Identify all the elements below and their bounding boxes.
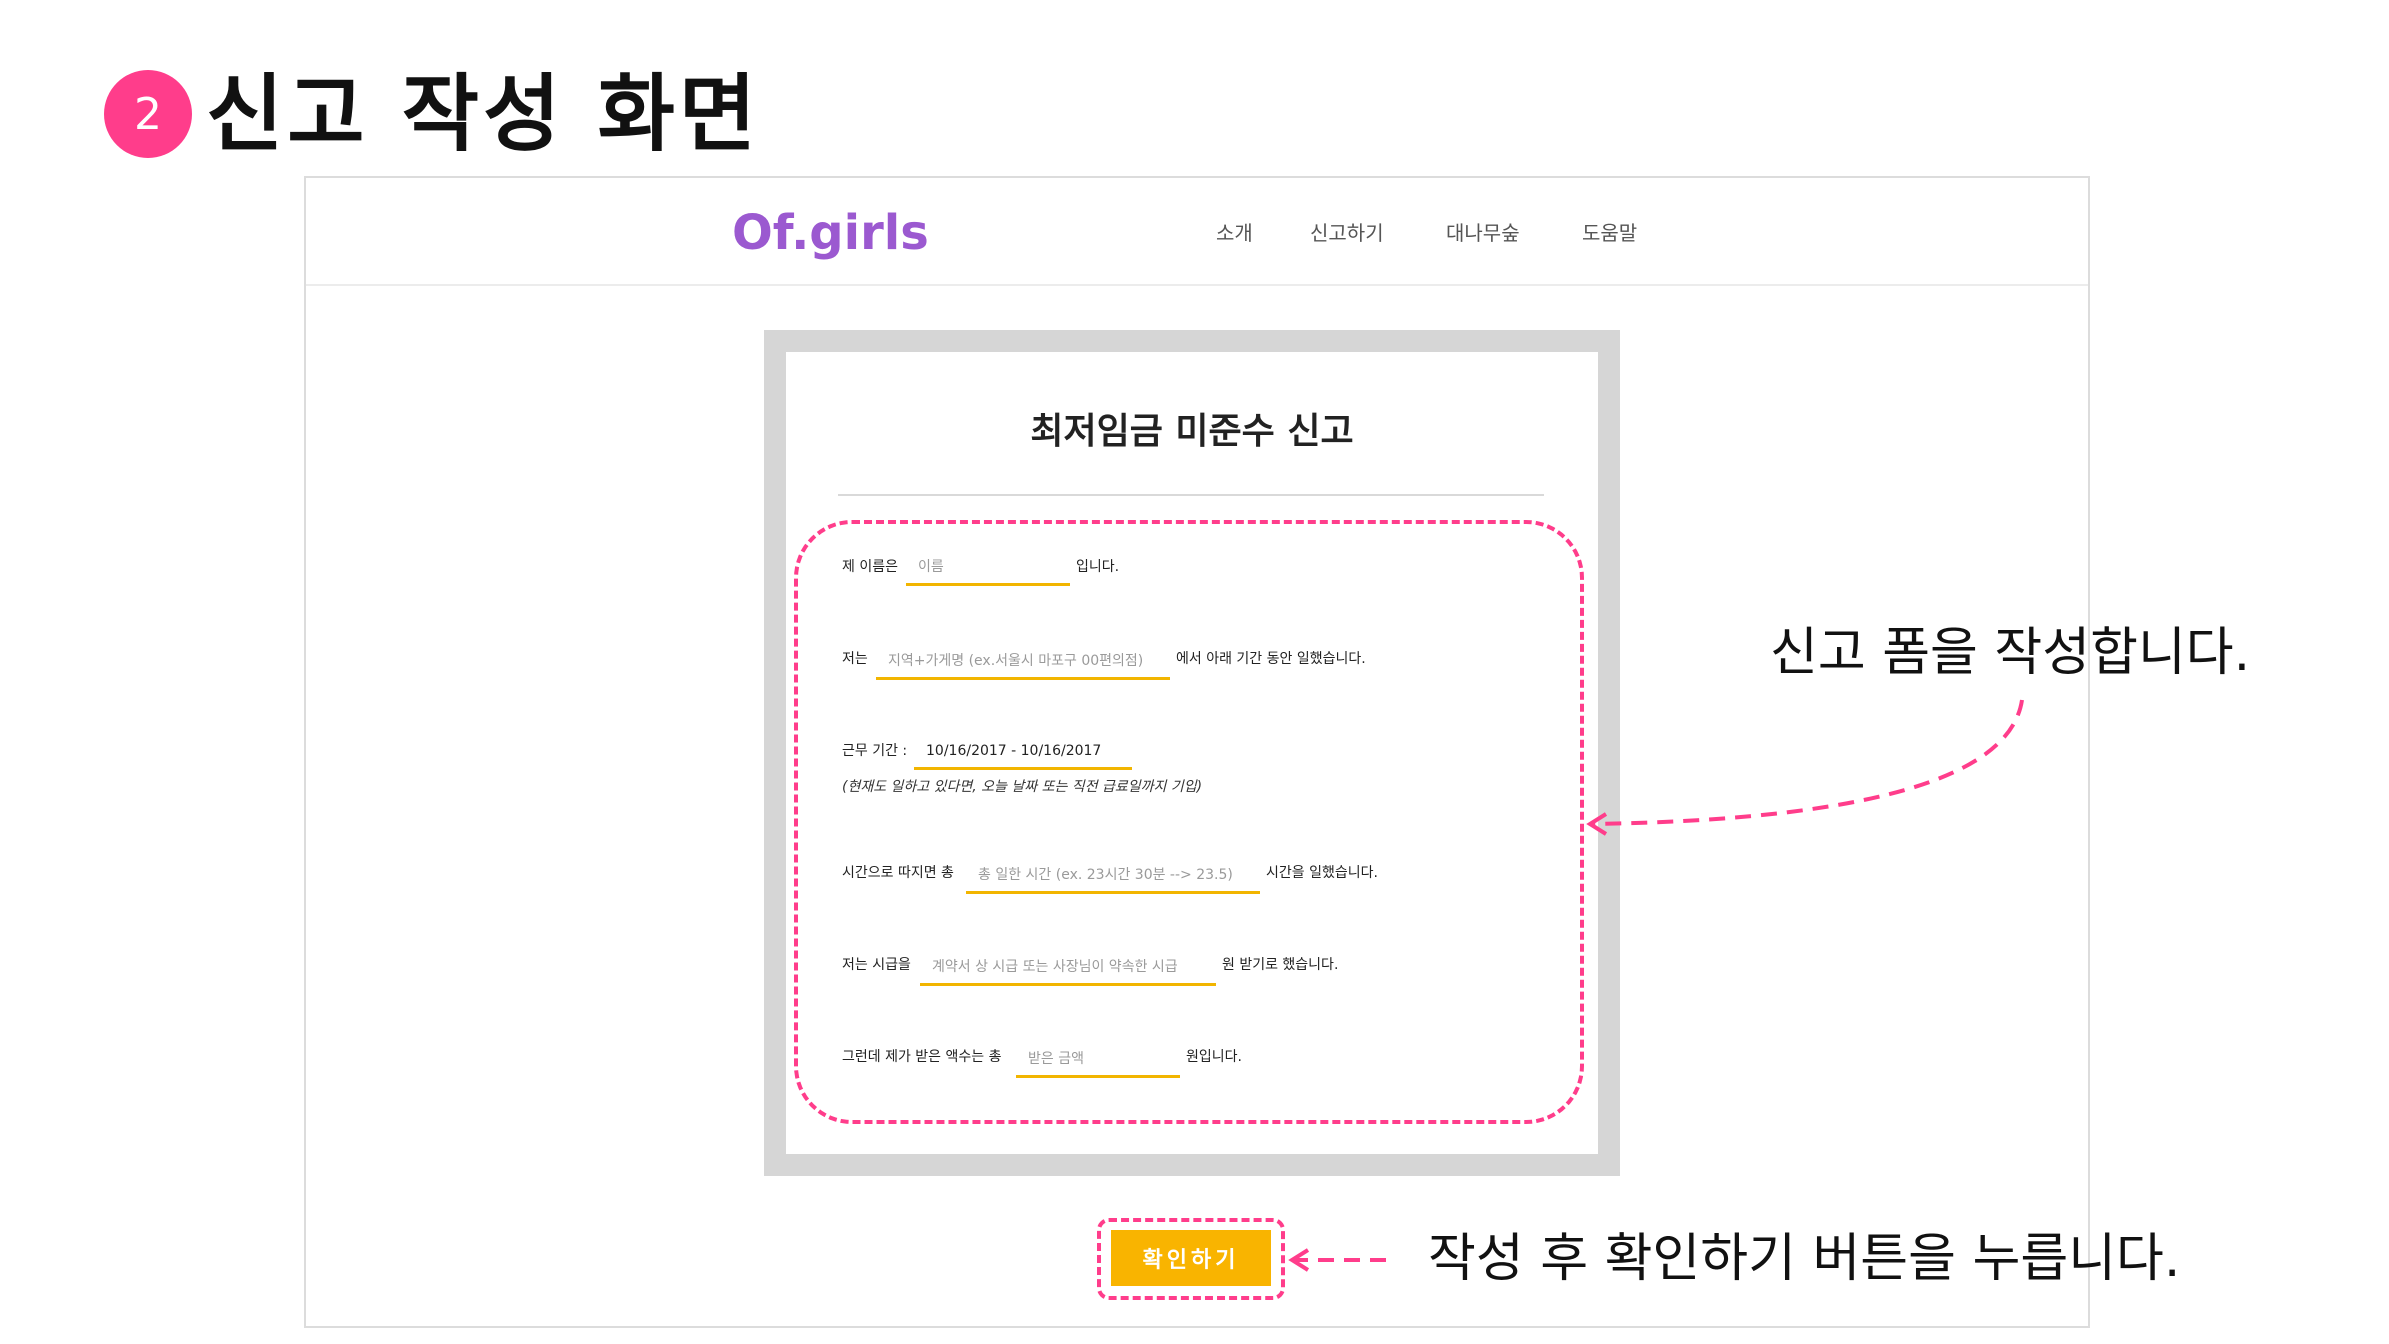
form-arrowhead-icon [1586,812,1608,836]
callout-arrows [1288,699,2024,1272]
form-callout-arrow [1591,699,2024,826]
